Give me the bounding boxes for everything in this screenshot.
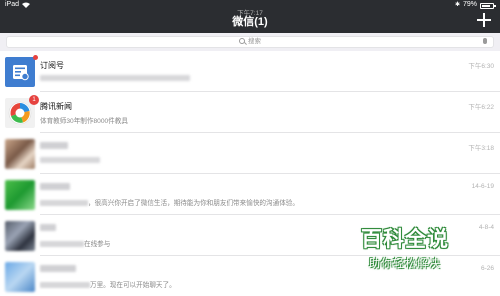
battery-percent: 79% xyxy=(462,1,477,8)
chat-message: ，很高兴你开启了微信生活，期待能为你和朋友们带来愉快的沟通体验。 xyxy=(40,197,299,207)
redacted-text xyxy=(40,282,90,289)
chat-name-redacted xyxy=(40,183,70,190)
contact-avatar xyxy=(5,262,35,292)
watermark-title: 百科全说 xyxy=(361,228,449,251)
chat-name: 腾讯新闻 xyxy=(40,102,72,111)
chat-time: 6-26 xyxy=(480,265,494,272)
chat-name-redacted xyxy=(40,224,56,231)
chat-time: 4-8-4 xyxy=(478,224,494,231)
redacted-text xyxy=(40,200,88,207)
chat-row-subscriptions[interactable]: 订阅号 下午6:30 xyxy=(0,51,500,92)
search-placeholder: 搜索 xyxy=(7,37,493,47)
chat-message-text: ，很高兴你开启了微信生活，期待能为你和朋友们带来愉快的沟通体验。 xyxy=(88,200,299,207)
chat-message-redacted xyxy=(40,75,190,81)
chat-name: 订阅号 xyxy=(40,61,64,70)
chat-name-redacted xyxy=(40,265,76,272)
redacted-text xyxy=(40,241,84,248)
status-bar: iPad 下午7:17 ✱ 79% xyxy=(0,0,500,17)
bluetooth-icon: ✱ xyxy=(454,2,460,8)
chat-time: 下午6:30 xyxy=(468,63,494,70)
chat-time: 14-6-19 xyxy=(471,183,494,190)
plus-icon[interactable] xyxy=(477,13,491,27)
watermark: 百科全说 助你轻松解决 xyxy=(350,223,460,271)
tencent-news-icon: 1 xyxy=(5,95,39,128)
battery-level xyxy=(482,4,490,7)
contact-avatar xyxy=(5,180,35,210)
chat-message-redacted xyxy=(40,157,100,163)
chat-message: 万里。现在可以开始聊天了。 xyxy=(40,279,176,289)
search-placeholder-text: 搜索 xyxy=(248,38,261,45)
chat-message-text: 万里。现在可以开始聊天了。 xyxy=(90,282,176,289)
search-bar: 搜索 xyxy=(0,33,500,51)
contact-avatar xyxy=(5,221,35,251)
status-right: ✱ 79% xyxy=(454,0,496,10)
chat-message: 在线参与 xyxy=(40,238,110,248)
top-bar: iPad 下午7:17 ✱ 79% 微信(1) xyxy=(0,0,500,33)
unread-dot xyxy=(33,55,38,60)
wechat-app: iPad 下午7:17 ✱ 79% 微信(1) 搜索 订阅号 下午6:30 1 … xyxy=(0,0,500,296)
chat-message: 体育教师30年制作8000件教具 xyxy=(40,118,128,125)
microphone-icon[interactable] xyxy=(483,38,487,46)
search-input[interactable]: 搜索 xyxy=(6,36,494,48)
nav-title: 微信(1) xyxy=(232,16,268,28)
chat-time: 下午3:18 xyxy=(468,145,494,152)
chat-time: 下午6:22 xyxy=(468,104,494,111)
unread-badge: 1 xyxy=(29,95,39,105)
chat-row-tencent-news[interactable]: 1 腾讯新闻 体育教师30年制作8000件教具 下午6:22 xyxy=(0,92,500,133)
watermark-subtitle: 助你轻松解决 xyxy=(369,258,441,270)
search-icon xyxy=(239,38,245,44)
contact-avatar xyxy=(5,139,35,169)
battery-icon xyxy=(480,2,496,9)
wifi-icon xyxy=(22,2,31,8)
chat-row[interactable]: ，很高兴你开启了微信生活，期待能为你和朋友们带来愉快的沟通体验。 14-6-19 xyxy=(0,174,500,215)
chat-name-redacted xyxy=(40,142,68,149)
chat-row[interactable]: 下午3:18 xyxy=(0,133,500,174)
subscription-icon xyxy=(5,55,38,87)
chat-message-text: 在线参与 xyxy=(84,241,111,248)
